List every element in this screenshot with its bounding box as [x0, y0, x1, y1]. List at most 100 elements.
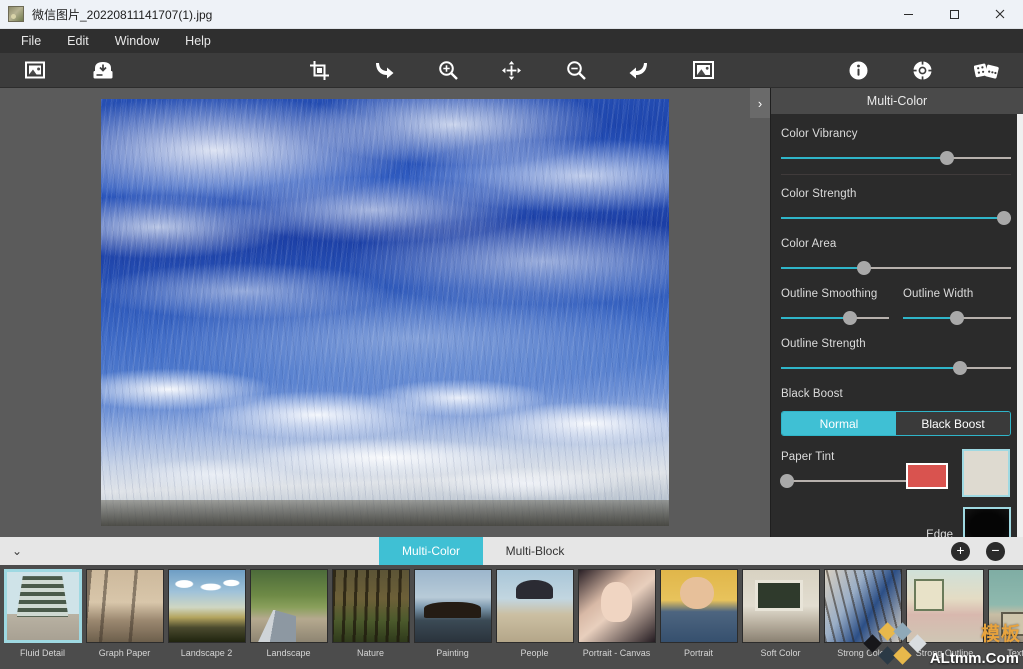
divider	[781, 174, 1011, 175]
open-image-icon[interactable]	[22, 58, 48, 82]
preset-item[interactable]: Strong Outline	[904, 569, 985, 669]
minimize-button[interactable]	[885, 0, 931, 28]
preset-thumbnail[interactable]	[905, 569, 984, 643]
info-icon[interactable]	[845, 58, 871, 82]
slider-color-area[interactable]	[781, 261, 1011, 275]
preset-item[interactable]: Landscape 2	[166, 569, 247, 669]
slider-paper-tint[interactable]	[780, 474, 906, 488]
move-icon[interactable]	[499, 58, 525, 82]
slider-knob[interactable]	[939, 151, 954, 165]
remove-preset-button[interactable]: −	[986, 541, 1005, 561]
preset-thumbnail[interactable]	[495, 569, 574, 643]
zoom-out-icon[interactable]	[563, 58, 589, 82]
preset-thumbnail[interactable]	[741, 569, 820, 643]
slider-knob[interactable]	[950, 311, 964, 325]
canvas-area[interactable]: ›	[0, 88, 770, 537]
preset-artwork	[496, 570, 573, 642]
black-boost-option-boost[interactable]: Black Boost	[896, 412, 1010, 435]
panel-collapse-chevron-icon[interactable]: ›	[750, 88, 770, 118]
preset-thumbnail[interactable]	[823, 569, 902, 643]
preset-item[interactable]: Portrait	[658, 569, 739, 669]
menu-file[interactable]: File	[8, 31, 54, 51]
preset-thumbnail[interactable]	[167, 569, 246, 643]
preset-artwork	[332, 570, 409, 642]
preset-thumbnail[interactable]	[413, 569, 492, 643]
paper-texture-swatch[interactable]	[962, 449, 1010, 497]
preset-item[interactable]: Textile - 2	[986, 569, 1023, 669]
slider-knob[interactable]	[780, 474, 794, 488]
slider-color-vibrancy[interactable]	[781, 151, 1011, 165]
slider-knob[interactable]	[997, 211, 1012, 225]
slider-outline-smoothing[interactable]	[781, 311, 889, 325]
preset-item[interactable]: Painting	[412, 569, 493, 669]
panel-scrollbar[interactable]	[1017, 114, 1023, 537]
minus-icon: −	[991, 542, 1000, 558]
panel-title: Multi-Color	[771, 88, 1023, 114]
preset-label: Soft Color	[760, 648, 801, 658]
preset-item[interactable]: Landscape	[248, 569, 329, 669]
preset-artwork	[6, 572, 79, 640]
preset-artwork	[414, 570, 491, 642]
slider-color-strength[interactable]	[781, 211, 1012, 225]
preset-label: Landscape 2	[180, 648, 233, 658]
preset-artwork	[660, 570, 737, 642]
slider-knob[interactable]	[953, 361, 968, 375]
paper-tint-color-swatch[interactable]	[906, 463, 948, 489]
control-paper-tint: Paper Tint	[780, 449, 1011, 497]
edited-image-preview[interactable]	[101, 99, 669, 526]
label-color-vibrancy: Color Vibrancy	[781, 128, 858, 140]
menu-help[interactable]: Help	[172, 31, 224, 51]
control-color-vibrancy: Color Vibrancy	[781, 128, 1011, 175]
preset-item[interactable]: People	[494, 569, 575, 669]
preset-thumbnail[interactable]	[85, 569, 164, 643]
preset-thumbnail[interactable]	[3, 569, 82, 643]
preset-item[interactable]: Strong Color	[822, 569, 903, 669]
slider-outline-width[interactable]	[903, 311, 1011, 325]
slider-fill	[903, 317, 957, 319]
slider-outline-strength[interactable]	[781, 361, 1011, 375]
preset-thumbnail[interactable]	[659, 569, 738, 643]
panel-controls: Color Vibrancy Color Strength Color Area…	[771, 114, 1023, 537]
redo-icon[interactable]	[627, 58, 653, 82]
preset-label: Strong Outline	[915, 648, 974, 658]
tab-multi-block[interactable]: Multi-Block	[483, 537, 587, 565]
preset-item[interactable]: Portrait - Canvas	[576, 569, 657, 669]
preset-artwork	[906, 570, 983, 642]
dice-icon[interactable]	[973, 58, 999, 82]
add-preset-button[interactable]: +	[951, 541, 970, 561]
collapse-strip-chevron-icon[interactable]: ⌄	[0, 537, 34, 565]
close-button[interactable]	[977, 0, 1023, 28]
tab-multi-color[interactable]: Multi-Color	[379, 537, 483, 565]
preset-artwork	[742, 570, 819, 642]
preset-item[interactable]: Soft Color	[740, 569, 821, 669]
control-outline-smoothing: Outline Smoothing	[781, 288, 889, 325]
preset-thumbnail-strip[interactable]: Fluid Detail Graph Paper Landscape 2 Lan…	[0, 565, 1023, 669]
settings-icon[interactable]	[909, 58, 935, 82]
maximize-button[interactable]	[931, 0, 977, 28]
menu-window[interactable]: Window	[102, 31, 172, 51]
black-boost-option-normal[interactable]: Normal	[782, 412, 896, 435]
save-image-icon[interactable]	[90, 58, 116, 82]
preset-thumbnail[interactable]	[249, 569, 328, 643]
zoom-in-icon[interactable]	[435, 58, 461, 82]
preset-item[interactable]: Fluid Detail	[2, 569, 83, 669]
paper-tint-slider-group: Paper Tint	[780, 449, 906, 488]
control-color-strength: Color Strength	[781, 188, 1012, 225]
crop-icon[interactable]	[307, 58, 333, 82]
preset-thumbnail[interactable]	[987, 569, 1023, 643]
label-outline-strength: Outline Strength	[781, 338, 866, 350]
preset-thumbnail[interactable]	[331, 569, 410, 643]
slider-knob[interactable]	[856, 261, 871, 275]
undo-icon[interactable]	[371, 58, 397, 82]
slider-knob[interactable]	[843, 311, 858, 325]
fit-image-icon[interactable]	[691, 58, 717, 82]
preset-item[interactable]: Nature	[330, 569, 411, 669]
menu-edit[interactable]: Edit	[54, 31, 102, 51]
preset-thumbnail[interactable]	[577, 569, 656, 643]
preset-artwork	[168, 570, 245, 642]
edge-texture-swatch[interactable]	[963, 507, 1011, 537]
black-boost-segmented-control: Normal Black Boost	[781, 411, 1011, 436]
control-outline-strength: Outline Strength	[781, 338, 1011, 375]
control-row-outline: Outline Smoothing Outline Width	[781, 288, 1011, 338]
preset-item[interactable]: Graph Paper	[84, 569, 165, 669]
